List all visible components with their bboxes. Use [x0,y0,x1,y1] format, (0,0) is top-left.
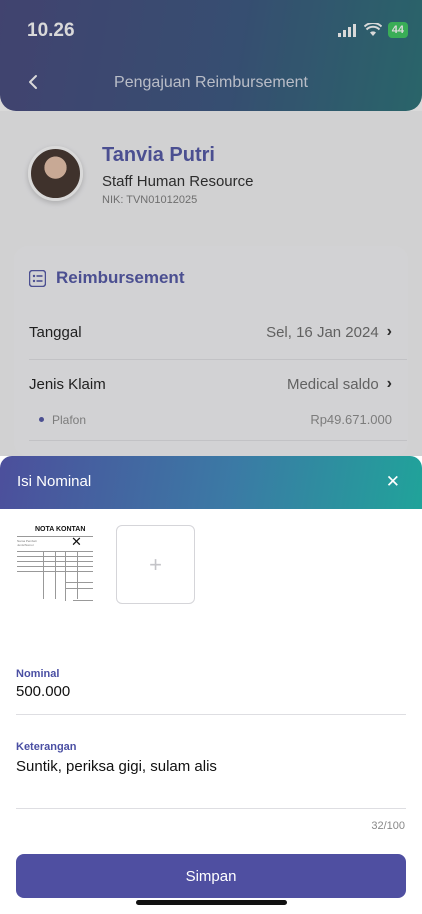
close-icon[interactable]: ✕ [386,472,400,492]
receipt-thumbnail[interactable]: NOTA KONTAN Nama Pembeli Jenis/Nomor ✕ [15,524,95,604]
keterangan-label: Keterangan [16,741,77,753]
home-indicator[interactable] [136,900,287,905]
nominal-label: Nominal [16,668,60,680]
keterangan-underline [16,808,406,809]
sheet-header: Isi Nominal ✕ [0,456,422,509]
remove-photo-icon[interactable]: ✕ [71,534,82,550]
plus-icon: + [149,551,162,577]
char-counter: 32/100 [371,820,405,832]
keterangan-input[interactable]: Suntik, periksa gigi, sulam alis [16,758,217,775]
sheet-title: Isi Nominal [17,473,92,490]
modal-overlay[interactable] [0,0,422,456]
nominal-underline [16,714,406,715]
receipt-title: NOTA KONTAN [35,526,86,533]
save-button[interactable]: Simpan [16,854,406,898]
nominal-sheet: Isi Nominal ✕ NOTA KONTAN Nama Pembeli J… [0,456,422,914]
add-photo-button[interactable]: + [116,525,195,604]
nominal-input[interactable]: 500.000 [16,683,70,700]
